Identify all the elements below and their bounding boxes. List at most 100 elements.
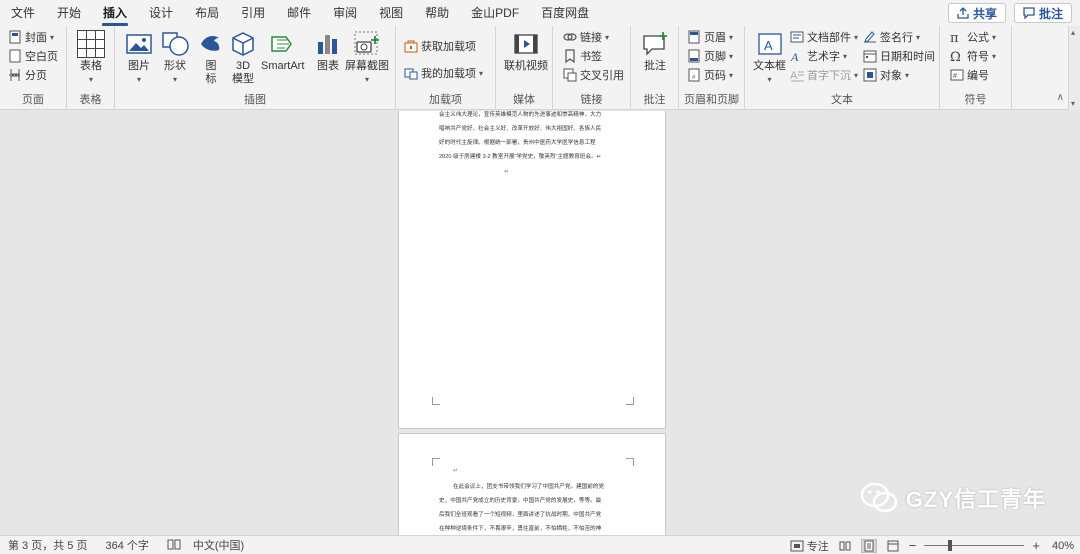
comments-button[interactable]: 批注: [1013, 3, 1072, 23]
tab-10[interactable]: 金山PDF: [460, 0, 530, 26]
drop-cap-button[interactable]: A 首字下沉 ▾: [790, 66, 858, 84]
footer-icon: [687, 49, 701, 63]
read-mode-icon: [839, 541, 851, 550]
group-label-addins: 加载项: [429, 94, 462, 106]
page-line: 在此会议上，团支书带领我们学习了中国共产党。建国前的党: [453, 484, 605, 490]
collapse-ribbon-icon[interactable]: ∧: [1057, 92, 1064, 103]
margin-corner: [432, 397, 440, 405]
comment-icon: [1023, 7, 1035, 19]
screenshot-button[interactable]: 屏幕截图 ▾: [345, 30, 389, 86]
read-mode-button[interactable]: [837, 539, 853, 553]
tab-7[interactable]: 审阅: [322, 0, 368, 26]
group-media: 联机视频 媒体: [496, 26, 553, 110]
shapes-button[interactable]: 形状 ▾: [161, 30, 189, 86]
document-canvas[interactable]: 会主义伟大理论，宣传英雄模范人物的先进事迹和崇高精神，大力 唱响共产党好、社会主…: [0, 111, 1080, 535]
table-icon: [77, 30, 105, 58]
comment-button[interactable]: 批注: [641, 30, 669, 73]
zoom-out-button[interactable]: −: [909, 538, 917, 553]
object-button[interactable]: 对象 ▾: [863, 66, 909, 84]
page-number-button[interactable]: # 页码 ▾: [687, 66, 733, 84]
word-count[interactable]: 364 个字: [105, 537, 148, 553]
tab-9[interactable]: 帮助: [414, 0, 460, 26]
blank-page-button[interactable]: 空白页: [8, 47, 58, 65]
document-page-4[interactable]: ↵ 在此会议上，团支书带领我们学习了中国共产党。建国前的党 史，中国共产党成立的…: [398, 433, 666, 535]
icons-button[interactable]: 图 标: [197, 30, 225, 86]
group-label-pages: 页面: [22, 94, 44, 106]
shapes-icon: [161, 30, 189, 58]
get-addins-button[interactable]: 获取加载项: [404, 37, 476, 55]
zoom-slider-thumb[interactable]: [948, 540, 953, 551]
symbol-button[interactable]: Ω 符号 ▾: [950, 47, 996, 65]
proofing-icon[interactable]: [167, 538, 181, 553]
drop-cap-icon: A: [790, 68, 804, 82]
equation-button[interactable]: π 公式 ▾: [950, 28, 996, 46]
watermark-text: GZY信工青年: [905, 487, 1046, 512]
tab-2[interactable]: 插入: [92, 0, 138, 26]
tab-4[interactable]: 布局: [184, 0, 230, 26]
svg-text:#: #: [953, 73, 957, 80]
page-line: 唱响共产党好、社会主义好、改革开放好、伟大祖国好、各族人民: [439, 126, 602, 132]
web-layout-button[interactable]: [885, 539, 901, 553]
group-links: 链接 ▾ 书签 交叉引用 链接: [553, 26, 631, 110]
share-button[interactable]: 共享: [947, 3, 1006, 23]
calendar-icon: [863, 49, 877, 63]
tab-8[interactable]: 视图: [368, 0, 414, 26]
zoom-level[interactable]: 40%: [1052, 540, 1074, 552]
text-box-button[interactable]: A 文本框 ▾: [753, 30, 786, 86]
status-right: 专注 − + 40%: [790, 536, 1074, 554]
my-addins-button[interactable]: 我的加载项 ▾: [404, 64, 483, 82]
online-video-button[interactable]: 联机视频: [504, 30, 548, 73]
blank-page-icon: [8, 49, 22, 63]
print-layout-button[interactable]: [860, 538, 877, 553]
page-line: 史，中国共产党成立的历史背景，中国共产党的发展史，等等。最: [439, 498, 602, 504]
picture-button[interactable]: 图片 ▾: [125, 30, 153, 86]
tab-0[interactable]: 文件: [0, 0, 46, 26]
header-button[interactable]: 页眉 ▾: [687, 28, 733, 46]
smartart-button[interactable]: SmartArt: [261, 30, 304, 73]
page-number-icon: #: [687, 68, 701, 82]
paragraph-mark: ↵: [453, 468, 459, 474]
language-indicator[interactable]: 中文(中国): [193, 537, 244, 553]
bookmark-button[interactable]: 书签: [563, 47, 602, 65]
cube-icon: [229, 30, 257, 58]
tab-6[interactable]: 邮件: [276, 0, 322, 26]
zoom-slider[interactable]: [924, 540, 1025, 551]
camera-plus-icon: [353, 30, 381, 58]
cover-button[interactable]: 封面 ▾: [8, 28, 54, 46]
wordart-button[interactable]: A 艺术字 ▾: [790, 47, 847, 65]
svg-text:Ω: Ω: [950, 50, 961, 63]
number-button[interactable]: # 编号: [950, 66, 989, 84]
footer-button[interactable]: 页脚 ▾: [687, 47, 733, 65]
bar-chart-icon: [314, 30, 342, 58]
3d-models-button[interactable]: 3D 模型: [229, 30, 257, 86]
page-line: 2020 级于房建楼 3-2 教室开展“学党史，敬英烈”主题教育班会。↵: [439, 154, 602, 160]
svg-text:π: π: [950, 31, 959, 44]
wordart-icon: A: [790, 49, 804, 64]
page-indicator[interactable]: 第 3 页，共 5 页: [8, 537, 87, 553]
tab-1[interactable]: 开始: [46, 0, 92, 26]
chart-button[interactable]: 图表: [314, 30, 342, 73]
bird-icon: [197, 30, 225, 58]
quick-parts-button[interactable]: 文档部件 ▾: [790, 28, 858, 46]
scroll-up-icon[interactable]: ▴: [1071, 28, 1075, 37]
page-break-button[interactable]: 分页: [8, 66, 47, 84]
group-label-comments: 批注: [643, 94, 666, 106]
comment-plus-icon: [641, 30, 669, 58]
page-line: 会主义伟大理论，宣传英雄模范人物的先进事迹和崇高精神，大力: [439, 112, 602, 118]
document-page-3[interactable]: 会主义伟大理论，宣传英雄模范人物的先进事迹和崇高精神，大力 唱响共产党好、社会主…: [398, 111, 666, 429]
svg-text:A: A: [790, 50, 799, 63]
zoom-in-button[interactable]: +: [1032, 538, 1040, 553]
cross-reference-button[interactable]: 交叉引用: [563, 66, 624, 84]
tab-11[interactable]: 百度网盘: [530, 0, 600, 26]
ribbon-scrollbar[interactable]: ▴ ▾: [1068, 26, 1080, 110]
scroll-down-icon[interactable]: ▾: [1071, 99, 1075, 108]
tab-3[interactable]: 设计: [138, 0, 184, 26]
tab-5[interactable]: 引用: [230, 0, 276, 26]
table-button[interactable]: 表格 ▾: [77, 30, 105, 86]
focus-mode-button[interactable]: 专注: [790, 538, 829, 554]
date-time-button[interactable]: 日期和时间: [863, 47, 935, 65]
link-button[interactable]: 链接 ▾: [563, 28, 609, 46]
signature-line-button[interactable]: 签名行 ▾: [863, 28, 920, 46]
film-icon: [512, 30, 540, 58]
picture-icon: [125, 30, 153, 58]
